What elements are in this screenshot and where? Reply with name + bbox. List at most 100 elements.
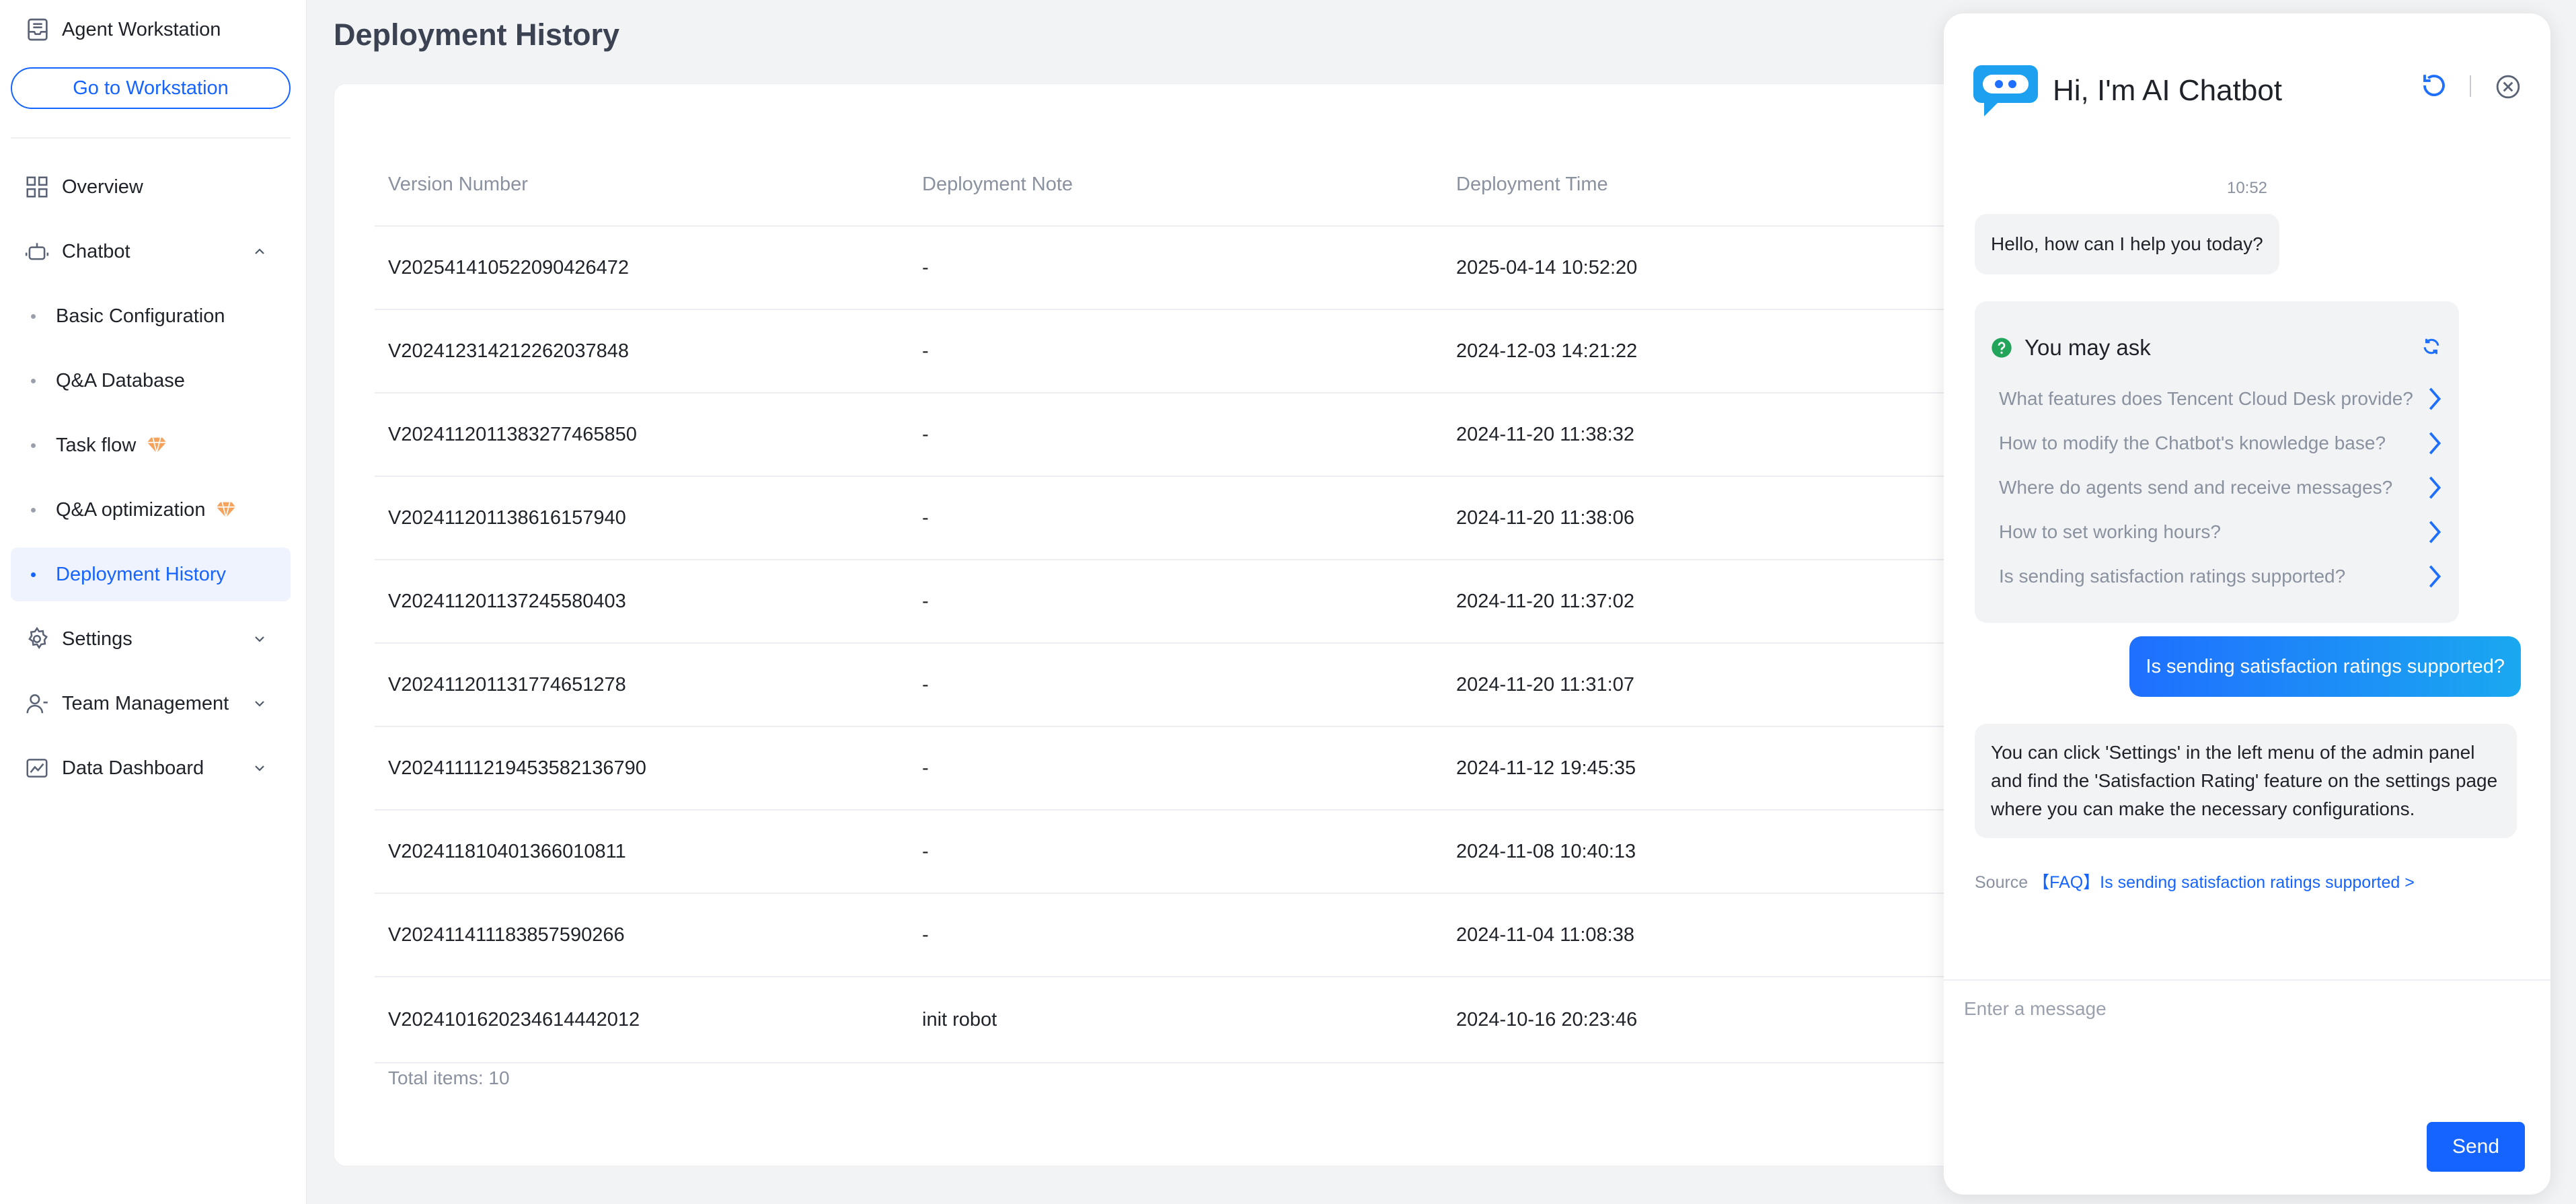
send-button[interactable]: Send: [2427, 1122, 2525, 1172]
version-cell: V202541410522090426472: [388, 256, 630, 278]
bullet-dot: [31, 507, 36, 513]
suggest-title: You may ask: [2024, 335, 2151, 360]
sidebar-item-qa-optimization[interactable]: Q&A optimization: [11, 483, 291, 537]
sidebar-item-label: Basic Configuration: [56, 305, 225, 327]
user-message: Is sending satisfaction ratings supporte…: [2129, 636, 2521, 697]
app-root: Agent Workstation Go to Workstation Over…: [0, 0, 2576, 1204]
chevron-down-icon: [255, 636, 264, 642]
note-cell: -: [922, 506, 929, 529]
suggest-header: You may ask: [1991, 334, 2151, 362]
version-cell: V202412314212262037848: [388, 340, 630, 362]
sidebar-item-label: Deployment History: [56, 563, 227, 585]
chevron-down-icon: [255, 701, 264, 707]
sidebar-item-label: Task flow: [56, 434, 137, 456]
sidebar: Agent Workstation Go to Workstation Over…: [0, 0, 307, 1204]
version-cell: V202411201137245580403: [388, 590, 626, 612]
suggestion-text: Where do agents send and receive message…: [1999, 477, 2393, 498]
chevron-right-icon: [2429, 432, 2441, 455]
chat-header: Hi, I'm AI Chatbot: [1971, 61, 2282, 121]
total-items-count: 10: [488, 1067, 510, 1088]
bot-greeting-message: Hello, how can I help you today?: [1975, 214, 2279, 274]
robot-icon: [25, 243, 49, 260]
agent-workstation-label: Agent Workstation: [62, 18, 221, 40]
chart-icon: [26, 759, 48, 778]
sidebar-item-label: Team Management: [62, 692, 229, 714]
bullet-dot: [31, 443, 36, 448]
chevron-right-icon: [2429, 565, 2441, 588]
version-cell: V202411201138616157940: [388, 506, 626, 529]
close-icon[interactable]: [2495, 74, 2521, 100]
agent-workstation-link[interactable]: Agent Workstation: [24, 15, 221, 44]
sidebar-item-deployment-history[interactable]: Deployment History: [11, 548, 291, 601]
chevron-right-icon: [2429, 387, 2441, 410]
sidebar-item-label: Data Dashboard: [62, 757, 204, 779]
bullet-dot: [31, 313, 36, 319]
suggested-questions-card: You may ask What features does Tencent C…: [1975, 301, 2459, 623]
sidebar-item-task-flow[interactable]: Task flow: [11, 418, 291, 472]
suggestion-item[interactable]: How to modify the Chatbot's knowledge ba…: [1999, 421, 2443, 465]
suggestion-item[interactable]: How to set working hours?: [1999, 510, 2443, 554]
sidebar-item-qa-database[interactable]: Q&A Database: [11, 354, 291, 408]
grid-icon: [26, 176, 48, 198]
message-input[interactable]: [1964, 998, 2529, 1099]
sidebar-item-basic-configuration[interactable]: Basic Configuration: [11, 289, 291, 343]
chat-title: Hi, I'm AI Chatbot: [2053, 74, 2282, 107]
note-cell: -: [922, 840, 929, 862]
sidebar-item-overview[interactable]: Overview: [11, 160, 291, 214]
source-label: Source: [1975, 873, 2029, 892]
header-separator: [2470, 75, 2471, 97]
version-cell: V20241111219453582136790: [388, 757, 646, 779]
suggestion-text: What features does Tencent Cloud Desk pr…: [1999, 388, 2413, 409]
sidebar-nav: Overview Chatbot Basic Configuration Q&A…: [11, 160, 291, 806]
chevron-up-icon: [255, 248, 264, 254]
sidebar-item-chatbot[interactable]: Chatbot: [11, 225, 291, 278]
note-cell: -: [922, 924, 929, 946]
note-cell: -: [922, 340, 929, 362]
version-cell: V2024101620234614442012: [388, 1008, 640, 1030]
question-circle-icon: [1992, 338, 2012, 358]
inbox-icon: [28, 18, 48, 41]
chevron-down-icon: [255, 765, 264, 772]
note-cell: -: [922, 757, 929, 779]
note-cell: -: [922, 256, 929, 278]
version-cell: V2024112011383277465850: [388, 423, 637, 445]
user-icon: [26, 694, 48, 714]
chatbot-logo-icon: [1973, 65, 2038, 116]
bullet-dot: [31, 378, 36, 383]
refresh-icon[interactable]: [2420, 71, 2448, 100]
diamond-badge-icon: [147, 437, 167, 453]
bullet-dot: [31, 572, 36, 577]
total-items-label: Total items:: [388, 1067, 484, 1088]
sidebar-item-settings[interactable]: Settings: [11, 612, 291, 666]
bot-answer-message: You can click 'Settings' in the left men…: [1975, 724, 2517, 838]
note-cell: -: [922, 590, 929, 612]
version-cell: V202411201131774651278: [388, 673, 626, 695]
suggestion-item[interactable]: Where do agents send and receive message…: [1999, 465, 2443, 510]
message-timestamp: 10:52: [2226, 179, 2268, 197]
suggestion-item[interactable]: What features does Tencent Cloud Desk pr…: [1999, 377, 2443, 421]
note-cell: -: [922, 423, 929, 445]
answer-source: Source 【FAQ】Is sending satisfaction rati…: [1975, 869, 2415, 893]
chevron-right-icon: [2429, 521, 2441, 543]
sidebar-item-data-dashboard[interactable]: Data Dashboard: [11, 741, 291, 795]
message-composer: Send: [1944, 979, 2550, 1195]
version-cell: V202411810401366010811: [388, 840, 626, 862]
sidebar-item-label: Overview: [62, 176, 143, 198]
sidebar-item-label: Q&A Database: [56, 369, 185, 391]
suggestion-item[interactable]: Is sending satisfaction ratings supporte…: [1999, 554, 2443, 599]
chevron-right-icon: [2429, 476, 2441, 499]
refresh-suggestions-icon[interactable]: [2421, 336, 2441, 356]
source-link[interactable]: 【FAQ】Is sending satisfaction ratings sup…: [2033, 873, 2415, 892]
diamond-badge-icon: [217, 502, 236, 518]
note-cell: init robot: [922, 1008, 997, 1030]
sidebar-item-team-management[interactable]: Team Management: [11, 677, 291, 730]
suggestion-text: How to modify the Chatbot's knowledge ba…: [1999, 432, 2386, 453]
sidebar-item-label: Q&A optimization: [56, 498, 206, 521]
ai-chatbot-panel: Hi, I'm AI Chatbot 10:52 Hello, how can …: [1944, 13, 2550, 1195]
total-items: Total items: 10: [388, 1067, 510, 1089]
go-to-workstation-button[interactable]: Go to Workstation: [11, 67, 291, 109]
page-title: Deployment History: [334, 17, 620, 52]
gear-icon: [28, 626, 48, 649]
suggestion-list: What features does Tencent Cloud Desk pr…: [1999, 377, 2443, 599]
column-header-version: Version Number: [388, 173, 528, 195]
